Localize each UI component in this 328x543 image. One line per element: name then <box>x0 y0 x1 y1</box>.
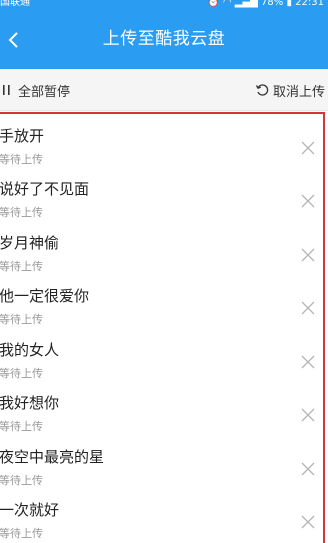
undo-icon <box>255 84 269 96</box>
list-item: 夜空中最亮的星 等待上传 <box>0 432 328 487</box>
upload-list: 手放开 等待上传 说好了不见面 等待上传 岁月神偷 等待上传 他一定很爱你 等待… <box>0 111 328 543</box>
close-icon[interactable] <box>300 461 316 477</box>
close-icon[interactable] <box>300 354 316 370</box>
close-icon[interactable] <box>300 140 316 156</box>
back-button[interactable] <box>0 10 28 69</box>
list-item: 他一定很爱你 等待上传 <box>0 271 328 326</box>
song-title: 我好想你 <box>0 394 60 412</box>
status-right: ⏰ ◠ ▂▄▆ 78% ▮ 22:31 <box>207 0 324 8</box>
list-item: 我的女人 等待上传 <box>0 325 328 380</box>
carrier-label: 国联通 <box>0 0 30 8</box>
upload-status: 等待上传 <box>0 527 43 540</box>
close-icon[interactable] <box>300 514 316 530</box>
song-title: 我的女人 <box>0 341 60 359</box>
song-title: 手放开 <box>0 127 45 145</box>
cancel-upload-label: 取消上传 <box>272 84 325 100</box>
wifi-icon: ◠ <box>222 0 232 8</box>
close-icon[interactable] <box>300 407 316 423</box>
song-title: 说好了不见面 <box>0 180 90 198</box>
song-title: 他一定很爱你 <box>0 287 90 305</box>
status-bar: 国联通 ⏰ ◠ ▂▄▆ 78% ▮ 22:31 <box>0 0 328 10</box>
clock: 22:31 <box>295 0 324 8</box>
list-item: 岁月神偷 等待上传 <box>0 218 328 273</box>
battery-level: 78% <box>261 0 284 8</box>
signal-icon: ▂▄▆ <box>234 0 258 8</box>
pause-icon <box>3 85 10 95</box>
close-icon[interactable] <box>300 247 316 263</box>
page-title: 上传至酷我云盘 <box>102 29 226 49</box>
song-title: 一次就好 <box>0 501 60 519</box>
close-icon[interactable] <box>300 193 316 209</box>
close-icon[interactable] <box>300 300 316 316</box>
list-item: 一次就好 等待上传 <box>0 485 328 540</box>
list-item: 说好了不见面 等待上传 <box>0 164 328 219</box>
cancel-upload-button[interactable]: 取消上传 <box>255 69 325 111</box>
pause-all-button[interactable]: 全部暂停 <box>2 69 70 111</box>
title-bar: 上传至酷我云盘 <box>0 10 328 69</box>
list-item: 我好想你 等待上传 <box>0 378 328 433</box>
alarm-icon: ⏰ <box>207 0 220 8</box>
action-bar: 全部暂停 取消上传 <box>0 69 328 111</box>
battery-icon: ▮ <box>286 0 292 8</box>
list-item: 手放开 等待上传 <box>0 111 328 166</box>
song-title: 岁月神偷 <box>0 234 60 252</box>
song-title: 夜空中最亮的星 <box>0 448 105 466</box>
back-arrow-icon <box>8 31 18 48</box>
pause-all-label: 全部暂停 <box>18 84 71 100</box>
